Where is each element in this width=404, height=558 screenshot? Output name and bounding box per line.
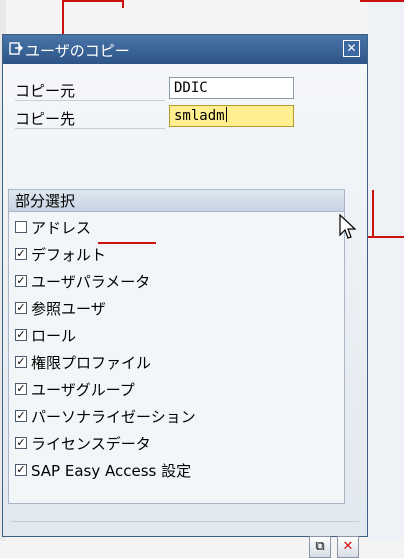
- copy-from-input[interactable]: DDIC: [169, 77, 294, 99]
- checkbox-label: ユーザパラメータ: [31, 273, 151, 291]
- checkbox-label: 権限プロファイル: [31, 354, 152, 372]
- checkbox-address[interactable]: アドレス: [15, 217, 335, 239]
- checkbox-sap-easy-access-settings[interactable]: ✓ SAP Easy Access 設定: [15, 460, 335, 482]
- dialog-title: ユーザのコピー: [25, 42, 130, 60]
- dialog-content: コピー元 DDIC コピー先 smladm 部分選択 アドレス ✓ デフォルト …: [3, 64, 367, 558]
- checkbox-icon[interactable]: ✓: [15, 329, 27, 341]
- annotation-line-right-vertical: [372, 190, 374, 238]
- checkbox-reference-user[interactable]: ✓ 参照ユーザ: [15, 298, 335, 320]
- copy-dialog-icon: [9, 42, 23, 55]
- checkbox-icon[interactable]: ✓: [15, 275, 27, 287]
- copy-icon[interactable]: ⧉: [309, 536, 331, 558]
- checkbox-roles[interactable]: ✓ ロール: [15, 325, 335, 347]
- checkbox-icon[interactable]: ✓: [15, 302, 27, 314]
- close-icon[interactable]: ✕: [343, 40, 360, 57]
- checkbox-authorization-profiles[interactable]: ✓ 権限プロファイル: [15, 352, 335, 374]
- checkbox-personalization[interactable]: ✓ パーソナライゼーション: [15, 406, 335, 428]
- checkbox-label: アドレス: [31, 219, 92, 237]
- copy-user-dialog: ユーザのコピー ✕ コピー元 DDIC コピー先 smladm 部分選択 アドレ…: [2, 34, 368, 558]
- checkbox-label: ユーザグループ: [31, 381, 135, 399]
- annotation-line-top-left-vertical: [62, 0, 64, 38]
- checkbox-label: ライセンスデータ: [31, 435, 151, 453]
- checkbox-icon[interactable]: ✓: [15, 248, 27, 260]
- annotation-line-top-right: [122, 0, 124, 8]
- checkbox-label: パーソナライゼーション: [31, 408, 196, 426]
- checkbox-icon[interactable]: ✓: [15, 410, 27, 422]
- checkbox-label: 参照ユーザ: [31, 300, 106, 318]
- footer-divider: [11, 521, 359, 522]
- copy-to-input[interactable]: smladm: [169, 105, 294, 127]
- checkbox-icon[interactable]: ✓: [15, 464, 27, 476]
- mouse-cursor-icon: [339, 213, 356, 239]
- annotation-line-under-default: [98, 242, 156, 244]
- checkbox-label: デフォルト: [31, 246, 107, 264]
- checkbox-user-parameters[interactable]: ✓ ユーザパラメータ: [15, 271, 335, 293]
- checkbox-label: ロール: [31, 327, 77, 345]
- checkbox-label: SAP Easy Access 設定: [31, 462, 192, 480]
- annotation-line-right-top: [360, 0, 404, 2]
- checkbox-icon[interactable]: ✓: [15, 437, 27, 449]
- checkbox-icon[interactable]: ✓: [15, 383, 27, 395]
- text-caret: [225, 107, 227, 122]
- checkbox-icon[interactable]: [15, 221, 27, 233]
- partial-selection-group: 部分選択 アドレス ✓ デフォルト ✓ ユーザパラメータ ✓ 参照ユーザ ✓ ロ…: [8, 189, 345, 504]
- checkbox-license-data[interactable]: ✓ ライセンスデータ: [15, 433, 335, 455]
- copy-to-label: コピー先: [15, 108, 165, 129]
- checkbox-icon[interactable]: ✓: [15, 356, 27, 368]
- checkbox-default[interactable]: ✓ デフォルト: [15, 244, 335, 266]
- group-title: 部分選択: [9, 190, 344, 212]
- background-window-right: [368, 0, 404, 541]
- annotation-line-top-left-horizontal: [62, 0, 122, 2]
- dialog-titlebar[interactable]: ユーザのコピー ✕: [3, 35, 367, 64]
- checkbox-user-groups[interactable]: ✓ ユーザグループ: [15, 379, 335, 401]
- copy-from-label: コピー元: [15, 80, 165, 101]
- cancel-icon[interactable]: ✕: [337, 536, 359, 558]
- copy-to-value: smladm: [174, 108, 225, 124]
